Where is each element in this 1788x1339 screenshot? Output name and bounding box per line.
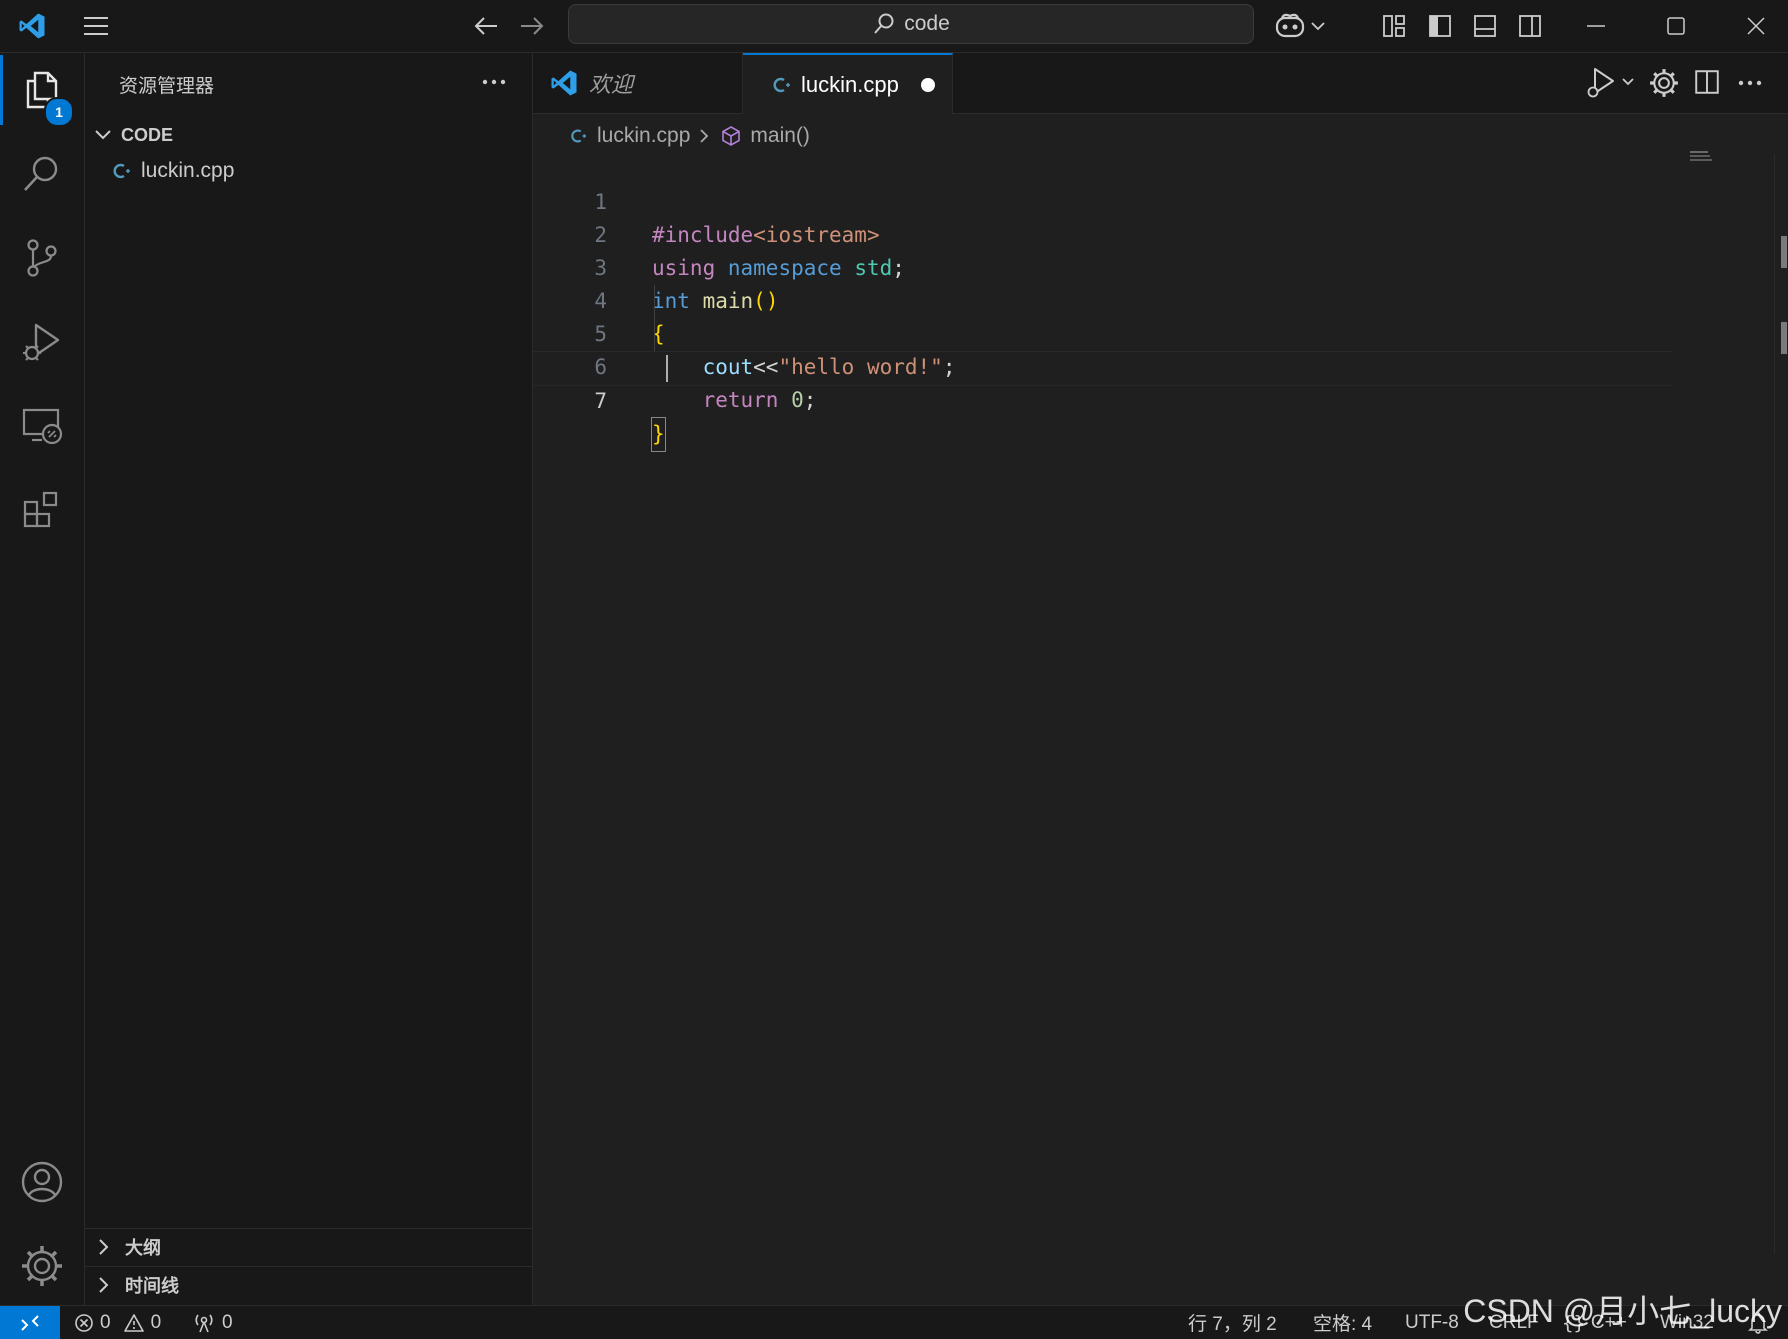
vscode-logo-icon [549,68,579,98]
back-arrow-icon[interactable] [468,8,504,44]
run-debug-icon[interactable] [1585,65,1637,101]
warning-icon [123,1313,145,1333]
unsaved-dot-icon[interactable] [920,77,935,92]
file-item[interactable]: luckin.cpp [85,153,532,189]
scroll-marker [1781,322,1787,354]
tab-welcome[interactable]: 欢迎 [533,53,743,113]
cursor-position[interactable]: 行 7，列 2 [1188,1306,1277,1339]
code-line: 5 cout<<"hello word!"; [533,285,1673,379]
code-line-active: 7 } [533,351,1673,452]
title-bar: code [0,0,1788,53]
section-label: 时间线 [125,1276,179,1296]
cpp-file-icon [771,75,791,95]
more-actions-icon[interactable] [477,67,511,97]
remote-explorer-icon[interactable] [0,391,84,461]
error-icon [74,1313,94,1333]
explorer-badge: 1 [44,97,74,127]
error-count: 0 [100,1311,111,1333]
minimize-icon[interactable] [1578,8,1614,44]
minimap[interactable] [1690,150,1716,166]
breadcrumb-symbol[interactable]: main() [750,124,810,148]
run-debug-icon[interactable] [0,307,84,377]
folder-code[interactable]: CODE [85,117,532,153]
scroll-marker [1781,236,1787,268]
more-actions-icon[interactable] [1737,79,1767,89]
source-control-icon[interactable] [0,223,84,293]
line-number: 7 [594,389,607,413]
section-label: 大纲 [125,1238,161,1258]
line-content: return 0; [702,388,817,412]
close-icon[interactable] [1738,8,1774,44]
indent-guide [654,285,655,351]
line-content: } [651,417,666,452]
text-cursor [666,355,668,382]
code-line: 6 return 0; [533,318,1673,412]
search-activity-icon[interactable] [0,139,84,209]
ports-indicator[interactable]: 0 [192,1306,233,1339]
scrollbar[interactable] [1774,154,1788,1254]
toggle-secondary-sidebar-icon[interactable] [1512,8,1548,44]
problems-indicator[interactable]: 0 0 [74,1306,161,1339]
command-center-search[interactable]: code [568,4,1254,44]
editor-tab-bar: 欢迎 luckin.cpp [533,53,1788,114]
toggle-primary-sidebar-icon[interactable] [1422,8,1458,44]
explorer-sidebar: 资源管理器 CODE luckin.cpp 大纲 时间线 [85,53,533,1305]
split-editor-icon[interactable] [1693,68,1723,98]
chevron-right-icon [97,1275,117,1295]
code-editor[interactable]: luckin.cpp main() 1 #include<iostream> 2… [533,114,1788,1305]
file-name: luckin.cpp [141,159,235,182]
explorer-icon[interactable]: 1 [0,55,84,127]
code-line: 2 using namespace std; [533,186,1673,280]
cpp-file-icon [111,161,133,181]
section-outline[interactable]: 大纲 [85,1229,532,1265]
extensions-icon[interactable] [0,475,84,545]
code-line: 4 { [533,252,1673,346]
chevron-down-icon[interactable] [1300,8,1336,44]
tab-luckin-cpp[interactable]: luckin.cpp [743,53,953,114]
menu-icon[interactable] [78,8,114,44]
breadcrumb: luckin.cpp main() [569,121,810,151]
search-icon [872,12,896,36]
indentation[interactable]: 空格: 4 [1313,1306,1372,1339]
vscode-logo-icon [14,8,50,44]
tab-label: luckin.cpp [801,71,899,97]
section-timeline[interactable]: 时间线 [85,1267,532,1303]
breadcrumb-file[interactable]: luckin.cpp [597,124,690,148]
customize-layout-icon[interactable] [1376,8,1412,44]
broadcast-icon [192,1312,216,1334]
chevron-right-icon [698,127,710,145]
settings-gear-icon[interactable] [1648,67,1680,99]
activity-bar: 1 [0,53,85,1305]
code-line: 1 #include<iostream> [533,153,1673,247]
cpp-file-icon [569,127,587,145]
tab-label: 欢迎 [589,72,634,97]
chevron-right-icon [97,1237,117,1257]
sidebar-title: 资源管理器 [119,76,215,97]
search-text: code [904,12,950,35]
chevron-down-icon [93,128,115,142]
symbol-method-icon [720,125,742,147]
remote-indicator-icon[interactable] [0,1306,60,1339]
toggle-panel-icon[interactable] [1467,8,1503,44]
code-line: 3 int main() [533,219,1673,313]
maximize-icon[interactable] [1658,8,1694,44]
encoding[interactable]: UTF-8 [1405,1306,1459,1339]
manage-gear-icon[interactable] [0,1231,84,1301]
accounts-icon[interactable] [0,1147,84,1217]
ports-count: 0 [222,1311,233,1333]
watermark: CSDN @月小七_lucky [1463,1293,1782,1329]
warning-count: 0 [150,1311,162,1333]
folder-label: CODE [121,124,174,145]
forward-arrow-icon[interactable] [514,8,550,44]
